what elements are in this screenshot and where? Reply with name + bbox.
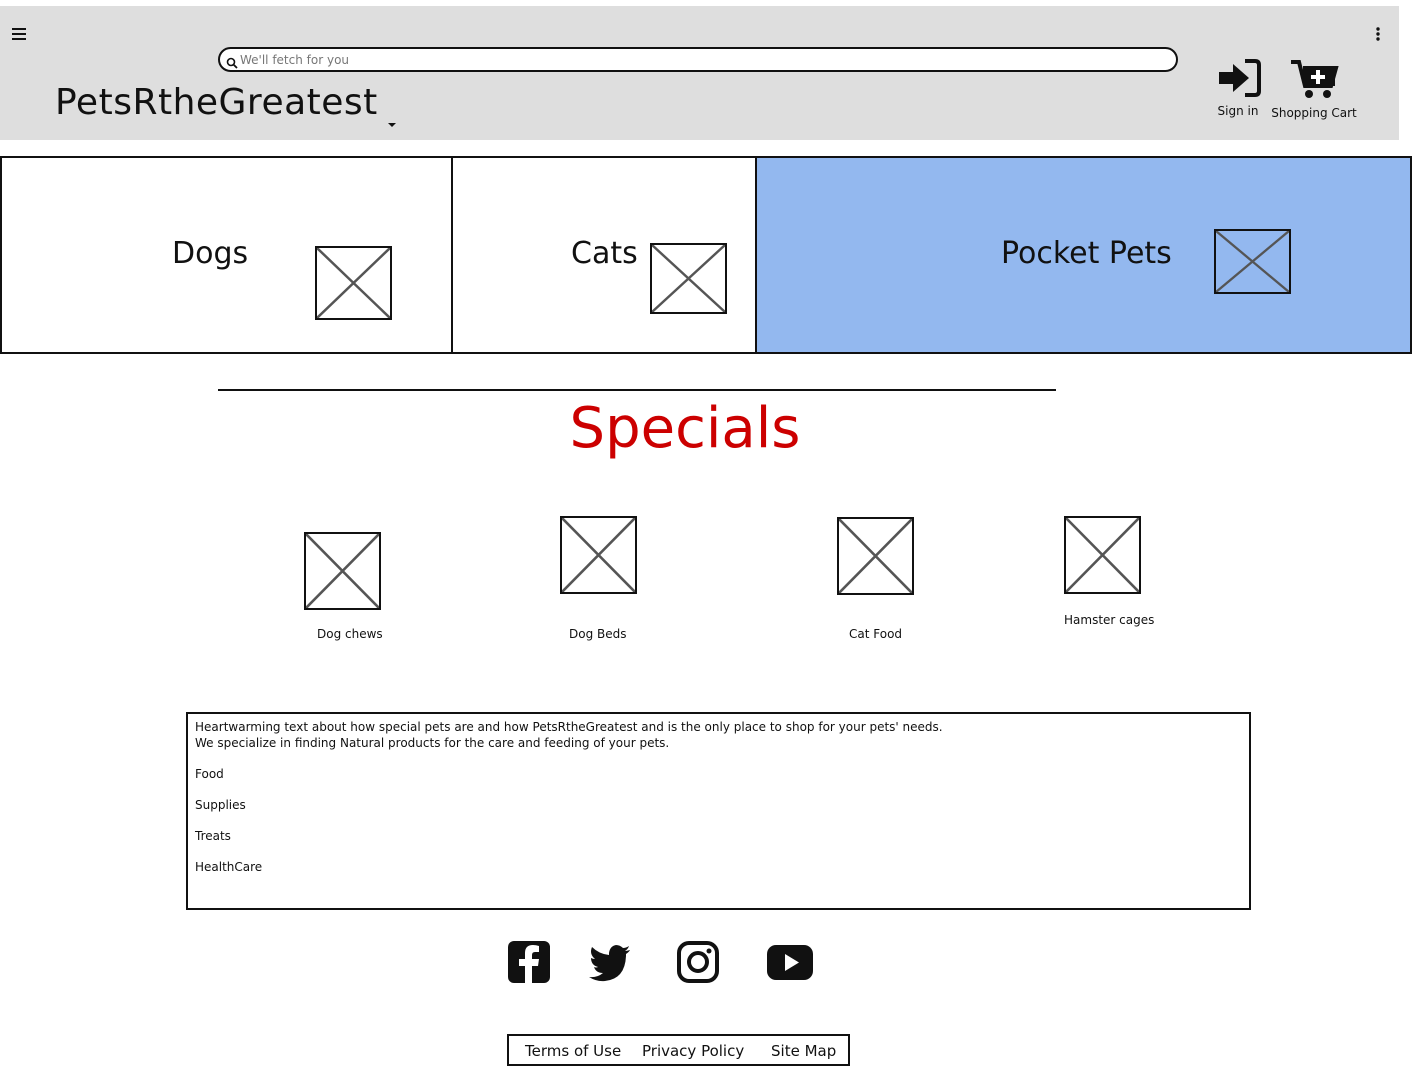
specials-heading: Specials — [569, 396, 801, 461]
category-dogs[interactable]: Dogs — [2, 158, 453, 352]
image-placeholder-icon — [1214, 229, 1291, 294]
terms-of-use-link[interactable]: Terms of Use — [525, 1042, 621, 1060]
search-icon — [226, 54, 238, 69]
image-placeholder-icon — [837, 517, 914, 595]
info-link-healthcare[interactable]: HealthCare — [195, 859, 1242, 875]
info-link-treats[interactable]: Treats — [195, 828, 1242, 844]
image-placeholder-icon — [304, 532, 381, 610]
info-link-supplies[interactable]: Supplies — [195, 797, 1242, 813]
sign-in-icon — [1215, 59, 1261, 102]
info-paragraph-1: Heartwarming text about how special pets… — [195, 720, 943, 734]
instagram-icon[interactable] — [674, 938, 722, 986]
more-options-icon[interactable] — [1375, 26, 1381, 42]
category-label: Cats — [571, 236, 638, 271]
shopping-cart-button[interactable]: Shopping Cart — [1268, 58, 1360, 120]
hamburger-menu-icon[interactable] — [12, 26, 26, 40]
youtube-icon[interactable] — [766, 938, 814, 986]
cart-label: Shopping Cart — [1271, 106, 1357, 120]
category-pocket-pets[interactable]: Pocket Pets — [757, 158, 1410, 352]
category-cats[interactable]: Cats — [453, 158, 757, 352]
special-item-label: Dog chews — [317, 627, 383, 641]
sign-in-button[interactable]: Sign in — [1208, 58, 1268, 118]
divider-line — [218, 389, 1056, 391]
image-placeholder-icon — [1064, 516, 1141, 594]
special-item-label: Dog Beds — [569, 627, 627, 641]
search-bar[interactable] — [218, 47, 1178, 72]
info-text-box: Heartwarming text about how special pets… — [186, 712, 1251, 910]
image-placeholder-icon — [315, 246, 392, 320]
image-placeholder-icon — [650, 243, 727, 314]
image-placeholder-icon — [560, 516, 637, 594]
category-tabs: Dogs Cats Pocket Pets — [0, 156, 1412, 354]
search-input[interactable] — [240, 50, 1160, 70]
category-label: Dogs — [172, 236, 249, 271]
caret-down-icon — [386, 98, 398, 127]
category-label: Pocket Pets — [1001, 236, 1172, 271]
info-paragraph-2: We specialize in finding Natural product… — [195, 736, 670, 750]
privacy-policy-link[interactable]: Privacy Policy — [642, 1042, 744, 1060]
sign-in-label: Sign in — [1217, 104, 1259, 118]
special-item-label: Cat Food — [849, 627, 903, 641]
cart-plus-icon — [1289, 60, 1339, 104]
header-bar: PetsRtheGreatest Sign in Shopping Cart — [0, 6, 1399, 140]
brand-name: PetsRtheGreatest — [55, 82, 378, 123]
twitter-icon[interactable] — [586, 938, 634, 986]
info-link-food[interactable]: Food — [195, 766, 1242, 782]
site-map-link[interactable]: Site Map — [771, 1042, 836, 1060]
special-item-label: Hamster cages — [1064, 613, 1155, 627]
footer-links: Terms of Use Privacy Policy Site Map — [507, 1034, 850, 1066]
brand-dropdown[interactable]: PetsRtheGreatest — [55, 82, 398, 127]
facebook-icon[interactable] — [505, 938, 553, 986]
